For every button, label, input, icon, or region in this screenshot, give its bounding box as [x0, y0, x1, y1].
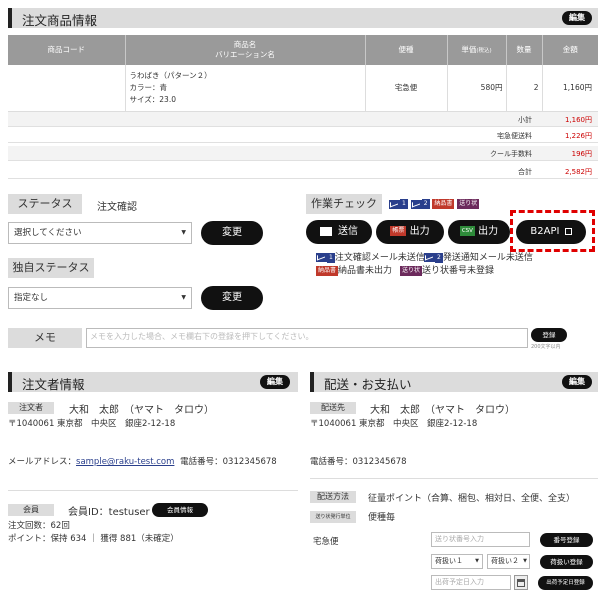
- summary-row-cool: クール手数料 196円: [8, 146, 598, 161]
- customer-name: 大和 太郎 （ヤマト タロウ）: [69, 405, 214, 416]
- notice-invoice: 納品書 納品書未出力: [316, 265, 393, 276]
- status-current: 注文確認: [97, 202, 137, 213]
- edit-shipping-button[interactable]: 編集: [562, 375, 592, 389]
- section-title: 注文商品情報: [22, 13, 98, 28]
- handling-register-button[interactable]: 荷扱い登録: [540, 555, 593, 569]
- col-price: 単価(税込): [447, 35, 507, 65]
- shipping-method-label: 配送方法: [310, 491, 356, 503]
- work-check-tags: 1 2 納品書 送り状: [389, 199, 480, 210]
- col-shipping: 便種: [365, 35, 448, 65]
- invoice-tag: 納品書: [432, 199, 455, 209]
- csv-export-button[interactable]: CSV 出力: [448, 220, 510, 244]
- shipping-header: 配送・お支払い 編集: [310, 372, 598, 392]
- shipping-name: 大和 太郎 （ヤマト タロウ）: [370, 405, 515, 416]
- send-mail-button[interactable]: 送信: [306, 220, 372, 244]
- shipping-phone: 電話番号：0312345678: [310, 457, 407, 467]
- member-points: ポイント：保持 634 ｜ 獲得 881（未確定）: [8, 534, 179, 544]
- divider: [310, 478, 598, 479]
- notice-slip: 送り状 送り状番号未登録: [400, 265, 495, 276]
- customer-role-label: 注文者: [8, 402, 54, 414]
- external-link-icon: [564, 227, 572, 235]
- ship-date-input[interactable]: 出荷予定日入力: [431, 575, 511, 590]
- customer-email-link[interactable]: sample@raku-test.com: [76, 457, 174, 467]
- summary-row-subtotal: 小計 1,160円: [8, 112, 598, 127]
- mail-icon: [389, 199, 400, 209]
- status-label: ステータス: [8, 194, 82, 214]
- col-name: 商品名 バリエーション名: [125, 35, 366, 65]
- member-id: 会員ID：testuser: [68, 507, 150, 518]
- section-title: 配送・お支払い: [324, 377, 412, 392]
- chevron-down-icon: ▼: [523, 558, 527, 564]
- shipping-method: 征量ポイント（合算、梱包、相対日、全便、全支）: [368, 494, 576, 504]
- slip-tag: 送り状: [457, 199, 480, 209]
- chevron-down-icon: ▼: [181, 294, 186, 301]
- work-check-label: 作業チェック: [306, 194, 382, 214]
- notice-ship-mail: 2 発送通知メール未送信: [424, 250, 533, 263]
- shipping-address: 〒1040061 東京都 中央区 銀座2-12-18: [310, 419, 478, 429]
- slip-unit-label: 送り状発行単位: [310, 511, 356, 523]
- cell-shipping: 宅急便: [365, 65, 448, 112]
- summary-row-shipping: 宅急便送料 1,226円: [8, 128, 598, 143]
- handling2-select[interactable]: 荷扱い２ ▼: [487, 554, 530, 569]
- handling1-select[interactable]: 荷扱い１ ▼: [431, 554, 483, 569]
- status-change-button[interactable]: 変更: [201, 221, 263, 245]
- cell-amount: 1,160円: [542, 65, 598, 112]
- memo-textarea[interactable]: メモを入力した場合、メモ欄右下の登録を押下してください。: [86, 328, 528, 348]
- cell-price: 580円: [447, 65, 507, 112]
- member-orders: 注文回数：62回: [8, 521, 70, 531]
- print-ledger-button[interactable]: 帳票 出力: [376, 220, 444, 244]
- col-qty: 数量: [506, 35, 543, 65]
- table-row: うわばき（パターン２） カラー：青 サイズ：23.0 宅急便 580円 2 1,…: [8, 65, 598, 112]
- edit-order-items-button[interactable]: 編集: [562, 11, 592, 25]
- product-color: カラー：青: [129, 82, 168, 92]
- memo-limit: 200文字以内: [531, 344, 561, 350]
- mail-icon: [424, 253, 435, 262]
- edit-customer-button[interactable]: 編集: [260, 375, 290, 389]
- slip-unit: 便種毎: [368, 513, 396, 523]
- custom-status-change-button[interactable]: 変更: [201, 286, 263, 310]
- shipping-role-label: 配送先: [310, 402, 356, 414]
- order-items-table: 商品コード 商品名 バリエーション名 便種 単価(税込) 数量 金額 うわばき（…: [8, 35, 598, 112]
- memo-label: メモ: [8, 328, 82, 348]
- col-code: 商品コード: [8, 35, 126, 65]
- mail-icon: [316, 253, 327, 262]
- slip-register-button[interactable]: 番号登録: [540, 533, 593, 547]
- product-name: うわばき（パターン２）: [129, 70, 212, 80]
- cell-name: うわばき（パターン２） カラー：青 サイズ：23.0: [125, 65, 366, 112]
- status-select[interactable]: 選択してください ▼: [8, 222, 192, 244]
- member-label: 会員: [8, 504, 54, 516]
- mail-icon: [410, 199, 422, 209]
- ship-date-register-button[interactable]: 出荷予定日登録: [538, 576, 593, 590]
- custom-status-label: 独自ステータス: [8, 258, 94, 278]
- customer-email-row: メールアドレス：sample@raku-test.com 電話番号：031234…: [8, 457, 277, 467]
- custom-status-select[interactable]: 指定なし ▼: [8, 287, 192, 309]
- customer-header: 注文者情報 編集: [8, 372, 298, 392]
- memo-register-button[interactable]: 登録: [531, 328, 567, 342]
- summary-row-total: 合計 2,582円: [8, 164, 598, 179]
- calendar-icon[interactable]: [514, 575, 528, 590]
- chevron-down-icon: ▼: [181, 229, 186, 236]
- notice-confirm-mail: 1 注文確認メール未送信: [316, 250, 425, 263]
- product-size: サイズ：23.0: [129, 94, 176, 104]
- chevron-down-icon: ▼: [475, 558, 479, 564]
- carrier-name: 宅急便: [313, 537, 339, 547]
- b2api-button[interactable]: B2API: [516, 220, 586, 244]
- cell-code: [8, 65, 126, 112]
- cell-qty: 2: [506, 65, 543, 112]
- envelope-icon: [320, 226, 332, 236]
- order-items-header: 注文商品情報 編集: [8, 8, 598, 28]
- slip-number-input[interactable]: 送り状番号入力: [431, 532, 530, 547]
- customer-address: 〒1040061 東京都 中央区 銀座2-12-18: [8, 419, 176, 429]
- divider: [8, 490, 298, 491]
- section-title: 注文者情報: [22, 377, 85, 392]
- col-amount: 金額: [542, 35, 598, 65]
- member-info-button[interactable]: 会員情報: [152, 503, 208, 517]
